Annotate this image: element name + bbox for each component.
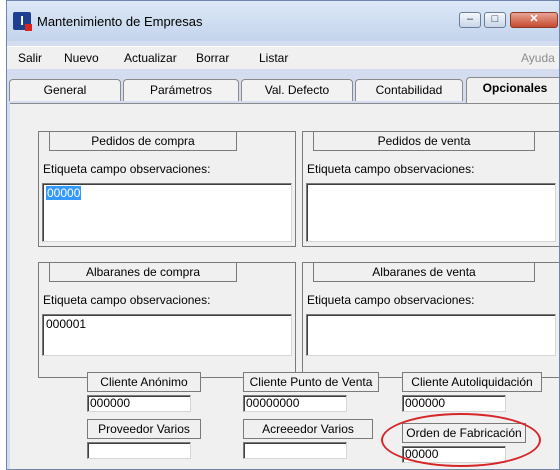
app-icon: I xyxy=(13,12,32,31)
observaciones-value: 00000 xyxy=(46,186,82,200)
minimize-button[interactable]: – xyxy=(459,12,481,28)
menu-salir[interactable]: Salir xyxy=(18,51,42,65)
observaciones-label: Etiqueta campo observaciones: xyxy=(307,293,475,307)
observaciones-value: 000001 xyxy=(46,317,87,331)
cliente-punto-venta-input[interactable]: 00000000 xyxy=(243,395,347,412)
albaranes-compra-observaciones-input[interactable]: 000001 xyxy=(42,314,292,356)
tab-strip: General Parámetros Val. Defecto Contabil… xyxy=(7,77,559,103)
pedidos-venta-observaciones-input[interactable] xyxy=(306,183,556,242)
group-albaranes-venta: Albaranes de venta Etiqueta campo observ… xyxy=(302,262,559,378)
observaciones-label: Etiqueta campo observaciones: xyxy=(307,162,475,176)
albaranes-venta-observaciones-input[interactable] xyxy=(306,314,556,356)
title-bar[interactable]: I Mantenimiento de Empresas – □ ✕ xyxy=(7,1,559,41)
tab-parametros[interactable]: Parámetros xyxy=(123,79,239,101)
group-title: Pedidos de venta xyxy=(313,131,535,151)
window-title: Mantenimiento de Empresas xyxy=(37,14,203,29)
group-title: Albaranes de venta xyxy=(313,262,535,282)
main-window: I Mantenimiento de Empresas – □ ✕ Salir … xyxy=(6,0,560,470)
cliente-punto-venta-label: Cliente Punto de Venta xyxy=(243,372,379,392)
cliente-autoliquidacion-label: Cliente Autoliquidación xyxy=(402,372,542,392)
maximize-button[interactable]: □ xyxy=(484,12,506,28)
tab-contabilidad[interactable]: Contabilidad xyxy=(355,79,463,101)
highlight-annotation xyxy=(381,413,541,467)
menu-nuevo[interactable]: Nuevo xyxy=(64,51,99,65)
tab-opcionales[interactable]: Opcionales xyxy=(466,77,559,103)
tab-val-defecto[interactable]: Val. Defecto xyxy=(241,79,353,101)
group-pedidos-venta: Pedidos de venta Etiqueta campo observac… xyxy=(302,131,559,247)
group-title: Pedidos de compra xyxy=(49,131,237,151)
proveedor-varios-input[interactable] xyxy=(87,442,191,459)
acreedor-varios-label: Acreeedor Varios xyxy=(243,419,373,439)
pedidos-compra-observaciones-input[interactable]: 00000 xyxy=(42,183,292,242)
menu-actualizar[interactable]: Actualizar xyxy=(124,51,177,65)
menu-bar: Salir Nuevo Actualizar Borrar Listar Ayu… xyxy=(7,46,559,69)
menu-listar[interactable]: Listar xyxy=(259,51,288,65)
acreedor-varios-input[interactable] xyxy=(243,442,347,459)
menu-borrar[interactable]: Borrar xyxy=(196,51,229,65)
observaciones-label: Etiqueta campo observaciones: xyxy=(43,293,211,307)
tab-general[interactable]: General xyxy=(9,79,121,101)
group-albaranes-compra: Albaranes de compra Etiqueta campo obser… xyxy=(38,262,296,378)
cliente-autoliquidacion-input[interactable]: 000000 xyxy=(402,395,506,412)
close-button[interactable]: ✕ xyxy=(510,12,558,28)
menu-ayuda[interactable]: Ayuda xyxy=(521,51,555,65)
cliente-anonimo-label: Cliente Anónimo xyxy=(87,372,201,392)
group-pedidos-compra: Pedidos de compra Etiqueta campo observa… xyxy=(38,131,296,247)
cliente-anonimo-input[interactable]: 000000 xyxy=(87,395,191,412)
observaciones-label: Etiqueta campo observaciones: xyxy=(43,162,211,176)
proveedor-varios-label: Proveedor Varios xyxy=(87,419,201,439)
group-title: Albaranes de compra xyxy=(49,262,237,282)
